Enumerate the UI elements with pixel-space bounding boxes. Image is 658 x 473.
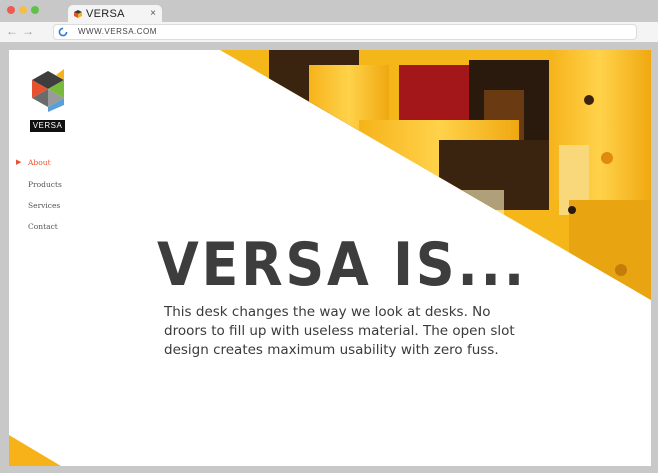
nav-item-label: Products: [28, 180, 62, 189]
page-headline: VERSA IS...: [157, 230, 527, 300]
forward-arrow-icon[interactable]: →: [22, 24, 34, 38]
tab-bar: VERSA ×: [0, 0, 658, 23]
browser-window: VERSA × ← → WWW.VERSA.COM VERSA ▶ About …: [0, 0, 658, 473]
web-page: VERSA ▶ About Products Services Contact …: [9, 50, 651, 466]
browser-tab[interactable]: VERSA ×: [68, 5, 162, 23]
nav-item-label: About: [28, 158, 51, 167]
minimize-window-button[interactable]: [19, 6, 27, 14]
tab-title: VERSA: [86, 8, 125, 20]
address-bar[interactable]: WWW.VERSA.COM: [53, 24, 637, 40]
browser-toolbar: ← → WWW.VERSA.COM: [0, 22, 658, 42]
url-text: WWW.VERSA.COM: [78, 27, 157, 36]
back-arrow-icon[interactable]: ←: [6, 24, 18, 38]
intro-paragraph: This desk changes the way we look at des…: [164, 304, 515, 358]
favicon-icon: [74, 10, 82, 18]
active-arrow-icon: ▶: [16, 158, 22, 166]
nav-item-label: Contact: [28, 222, 58, 231]
corner-accent: [9, 435, 61, 466]
versa-logo-icon[interactable]: [28, 69, 68, 114]
nav-item-label: Services: [28, 201, 61, 210]
logo-wordmark: VERSA: [30, 120, 65, 132]
reload-icon[interactable]: [58, 27, 68, 37]
maximize-window-button[interactable]: [31, 6, 39, 14]
tab-close-icon[interactable]: ×: [150, 8, 156, 19]
close-window-button[interactable]: [7, 6, 15, 14]
